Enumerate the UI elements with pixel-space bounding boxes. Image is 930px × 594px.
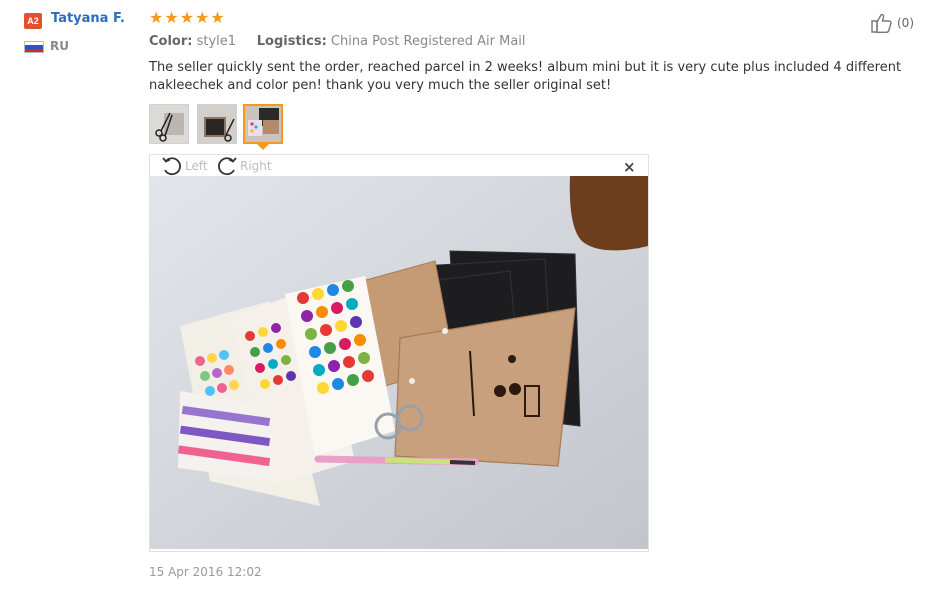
helpful-count: (0) [897, 16, 914, 30]
star-icon: ★ [195, 8, 210, 27]
thumbs-up-icon [871, 13, 892, 33]
country-flag-icon [24, 41, 44, 53]
color-value: style1 [196, 34, 237, 49]
review-photo-thumb-1[interactable] [149, 104, 189, 144]
thumb-3-image [245, 106, 281, 142]
level-badge: A2 [24, 13, 42, 29]
order-meta: Color: style1 Logistics: China Post Regi… [149, 34, 526, 49]
color-label: Color: [149, 34, 193, 49]
rotate-right-button[interactable]: Right [216, 156, 272, 176]
review-photo-image [150, 176, 648, 549]
review-photo [150, 176, 648, 549]
thumb-1-image [150, 105, 188, 143]
thumb-selected-pointer [257, 144, 269, 150]
star-icon: ★ [164, 8, 179, 27]
rotate-left-icon [162, 157, 181, 176]
rotate-right-label: Right [240, 159, 272, 173]
logistics-value: China Post Registered Air Mail [330, 34, 526, 49]
reviewer-country: RU [50, 39, 69, 53]
star-icon: ★ [210, 8, 225, 27]
star-icon: ★ [149, 8, 164, 27]
review-photo-thumb-3[interactable] [243, 104, 283, 144]
rotate-right-icon [218, 157, 237, 176]
close-viewer-button[interactable]: × [623, 158, 636, 176]
star-rating: ★ ★ ★ ★ ★ [149, 9, 225, 27]
thumb-2-image [198, 105, 236, 143]
reviewer-name[interactable]: Tatyana F. [51, 11, 125, 26]
rotate-left-label: Left [185, 159, 208, 173]
review-photo-thumb-2[interactable] [197, 104, 237, 144]
rotate-left-button[interactable]: Left [161, 156, 208, 176]
review-date: 15 Apr 2016 12:02 [149, 565, 262, 579]
helpful-button[interactable]: (0) [870, 12, 914, 34]
star-icon: ★ [179, 8, 195, 27]
logistics-label: Logistics: [256, 34, 327, 49]
review-text: The seller quickly sent the order, reach… [149, 60, 902, 93]
